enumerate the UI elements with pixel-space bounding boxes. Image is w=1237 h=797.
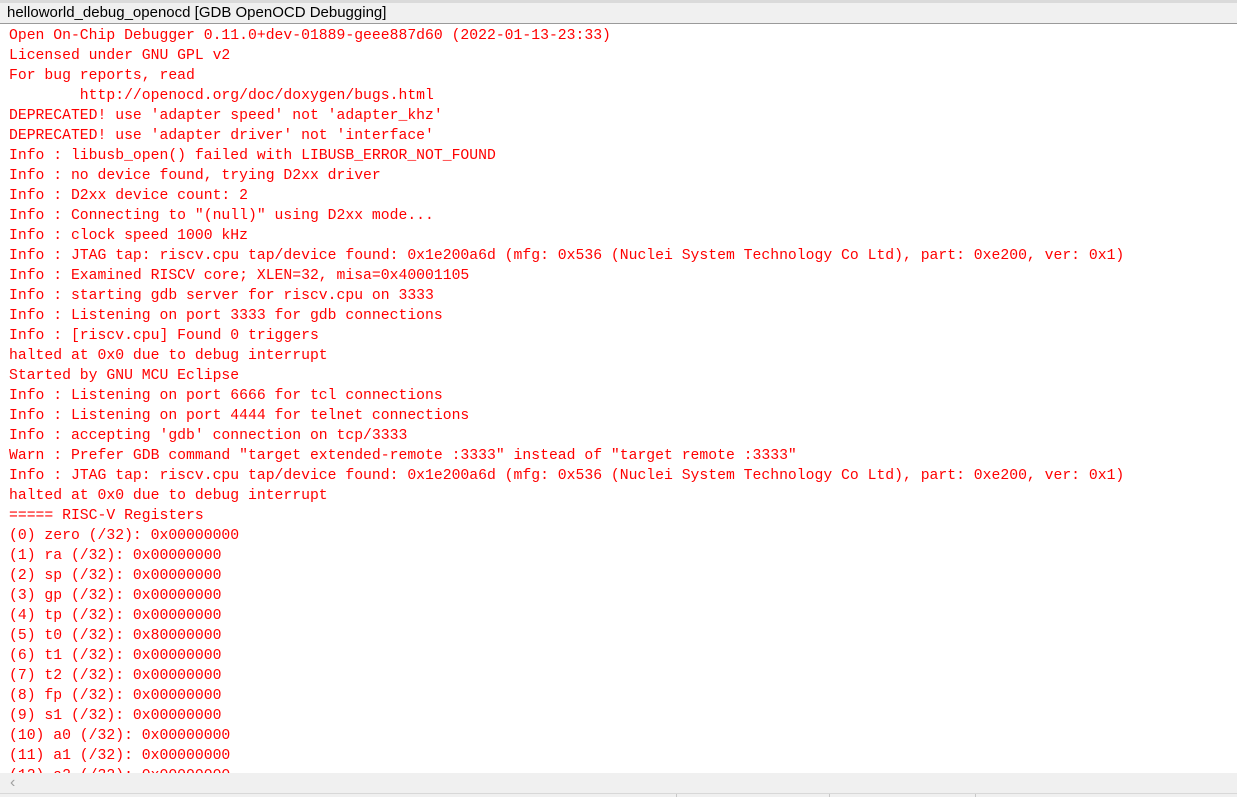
console-line: Licensed under GNU GPL v2 <box>9 48 231 64</box>
console-line: (10) a0 (/32): 0x00000000 <box>9 728 231 744</box>
console-line: ===== RISC-V Registers <box>9 508 204 524</box>
console-line: DEPRECATED! use 'adapter speed' not 'ada… <box>9 108 443 124</box>
console-line: (2) sp (/32): 0x00000000 <box>9 568 222 584</box>
console-line: (5) t0 (/32): 0x80000000 <box>9 628 222 644</box>
console-line: (4) tp (/32): 0x00000000 <box>9 608 222 624</box>
console-line: Started by GNU MCU Eclipse <box>9 368 240 384</box>
console-line: http://openocd.org/doc/doxygen/bugs.html <box>9 88 434 104</box>
console-line: Info : no device found, trying D2xx driv… <box>9 168 381 184</box>
console-line: Info : JTAG tap: riscv.cpu tap/device fo… <box>9 248 1125 264</box>
console-line: (12) a2 (/32): 0x00000000 <box>0 766 1237 773</box>
console-line: Info : Examined RISCV core; XLEN=32, mis… <box>9 268 470 284</box>
console-line: Info : libusb_open() failed with LIBUSB_… <box>9 148 496 164</box>
console-output[interactable]: Open On-Chip Debugger 0.11.0+dev-01889-g… <box>0 26 1237 773</box>
console-line: (11) a1 (/32): 0x00000000 <box>9 748 231 764</box>
console-line: (9) s1 (/32): 0x00000000 <box>9 708 222 724</box>
console-line: Info : clock speed 1000 kHz <box>9 228 248 244</box>
console-line: Info : Listening on port 3333 for gdb co… <box>9 308 443 324</box>
console-line: Info : starting gdb server for riscv.cpu… <box>9 288 434 304</box>
console-line: Info : [riscv.cpu] Found 0 triggers <box>9 328 319 344</box>
status-bar <box>0 793 1237 797</box>
console-line: (7) t2 (/32): 0x00000000 <box>9 668 222 684</box>
console-line: halted at 0x0 due to debug interrupt <box>9 488 328 504</box>
console-line: (8) fp (/32): 0x00000000 <box>9 688 222 704</box>
console-line: halted at 0x0 due to debug interrupt <box>9 348 328 364</box>
console-title: helloworld_debug_openocd [GDB OpenOCD De… <box>7 4 387 21</box>
console-line: (3) gp (/32): 0x00000000 <box>9 588 222 604</box>
console-line: For bug reports, read <box>9 68 195 84</box>
console-line: DEPRECATED! use 'adapter driver' not 'in… <box>9 128 434 144</box>
console-line: (6) t1 (/32): 0x00000000 <box>9 648 222 664</box>
console-line: Info : Listening on port 6666 for tcl co… <box>9 388 443 404</box>
console-line: Open On-Chip Debugger 0.11.0+dev-01889-g… <box>9 28 611 44</box>
console-line: Info : Listening on port 4444 for telnet… <box>9 408 470 424</box>
console-line: Info : accepting 'gdb' connection on tcp… <box>9 428 408 444</box>
console-line: (1) ra (/32): 0x00000000 <box>9 548 222 564</box>
console-line: (0) zero (/32): 0x00000000 <box>9 528 240 544</box>
console-title-bar: helloworld_debug_openocd [GDB OpenOCD De… <box>0 3 1237 24</box>
chevron-left-icon[interactable]: ‹ <box>10 773 15 793</box>
console-line: Info : Connecting to "(null)" using D2xx… <box>9 208 434 224</box>
console-line: Info : D2xx device count: 2 <box>9 188 248 204</box>
horizontal-scrollbar[interactable]: ‹ <box>0 773 1237 793</box>
console-line: Warn : Prefer GDB command "target extend… <box>9 448 797 464</box>
console-line: Info : JTAG tap: riscv.cpu tap/device fo… <box>9 468 1125 484</box>
